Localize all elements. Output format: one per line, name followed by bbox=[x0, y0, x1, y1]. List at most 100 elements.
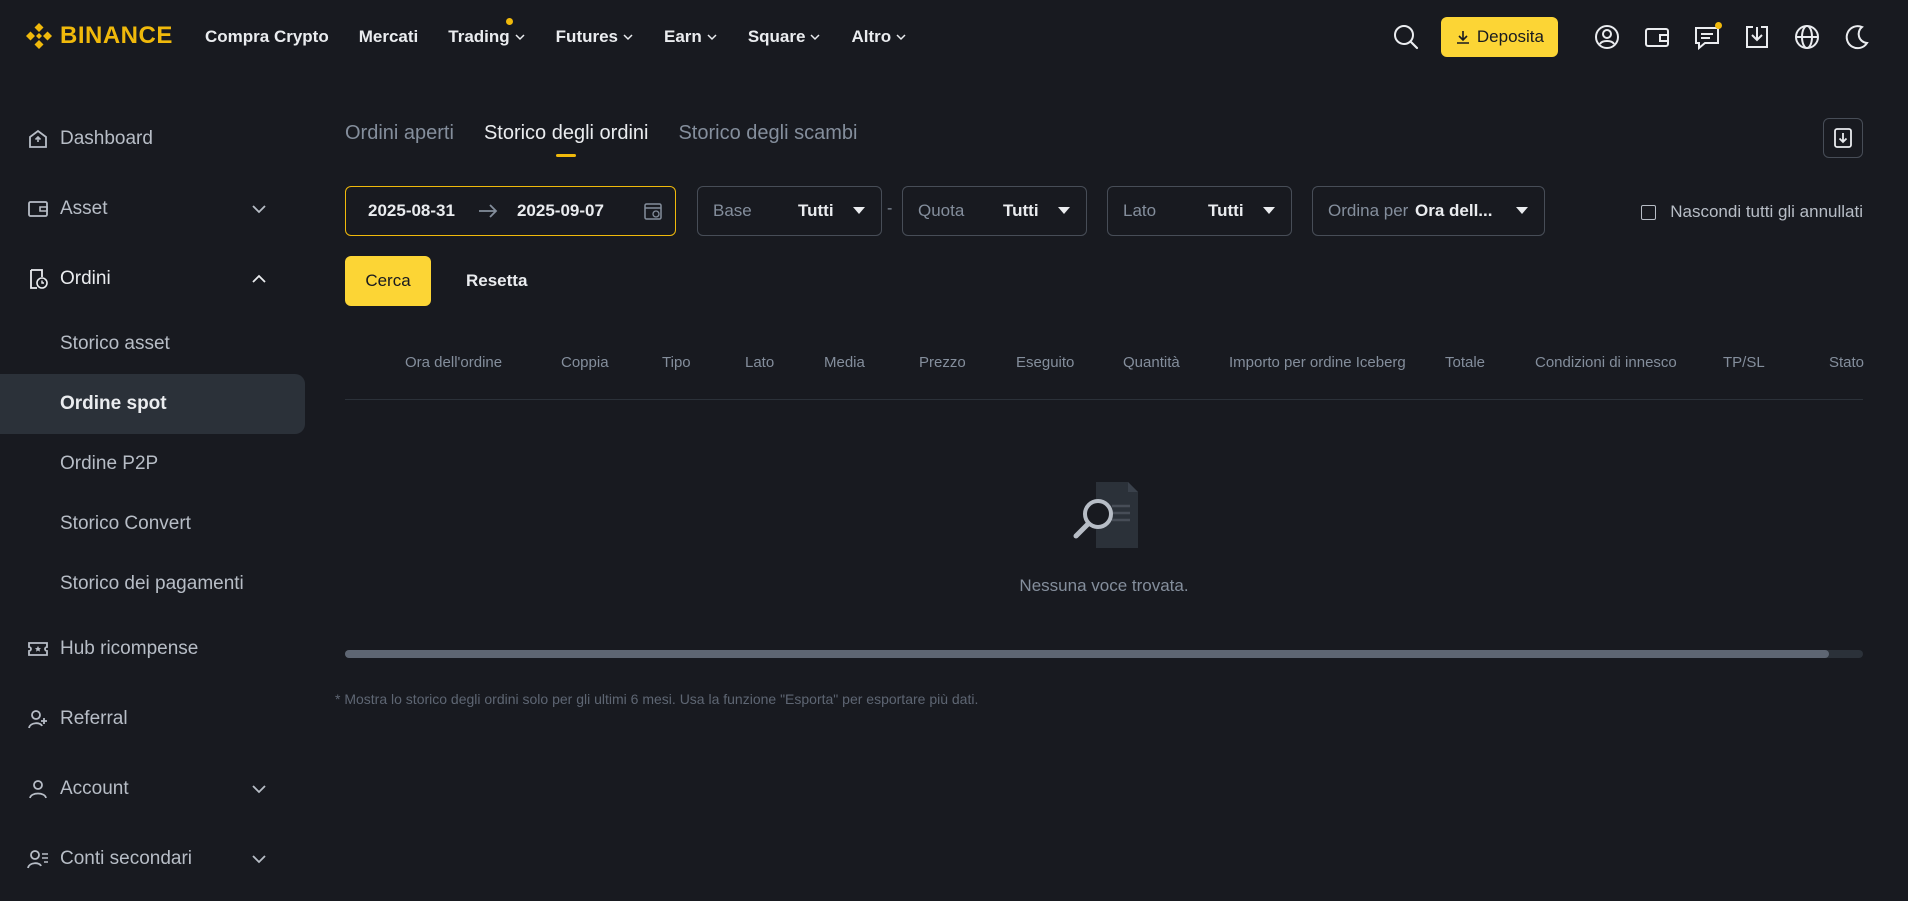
hide-cancelled-label: Nascondi tutti gli annullati bbox=[1670, 202, 1863, 221]
sidebar-subitem-storico-pagamenti[interactable]: Storico dei pagamenti bbox=[0, 554, 305, 614]
quote-placeholder: Quota bbox=[918, 201, 965, 220]
chevron-down-icon bbox=[896, 34, 906, 41]
sidebar-item-label: Hub ricompense bbox=[60, 638, 199, 659]
wallet-icon[interactable] bbox=[1642, 22, 1672, 52]
sidebar-item-label: Dashboard bbox=[60, 128, 153, 149]
export-button[interactable] bbox=[1823, 118, 1863, 158]
ticket-icon bbox=[26, 637, 50, 661]
download-icon bbox=[1456, 31, 1469, 44]
arrow-right-icon bbox=[478, 204, 498, 218]
empty-state-text: Nessuna voce trovata. bbox=[1019, 576, 1189, 595]
sidebar-item-label: Conti secondari bbox=[60, 848, 193, 869]
sort-value: Ora dell... bbox=[1415, 201, 1493, 220]
chevron-down-icon bbox=[252, 855, 266, 864]
sub-accounts-icon bbox=[26, 847, 50, 871]
sidebar-subitem-label: Ordine P2P bbox=[60, 453, 159, 474]
nav-item-altro[interactable]: Altro bbox=[851, 27, 907, 47]
orders-table: Ora dell'ordine Coppia Tipo Lato Media P… bbox=[345, 344, 1865, 653]
nav-actions: Deposita bbox=[1391, 0, 1872, 74]
nav-item-mercati[interactable]: Mercati bbox=[359, 27, 419, 47]
sidebar-item-referral[interactable]: Referral bbox=[0, 684, 305, 754]
hide-cancelled-checkbox[interactable] bbox=[1641, 204, 1657, 220]
date-to[interactable]: 2025-09-07 bbox=[517, 201, 604, 221]
sort-select[interactable]: Ordina per Ora dell... bbox=[1312, 186, 1545, 236]
column-header: Totale bbox=[1445, 354, 1486, 371]
sidebar-subitem-label: Storico Convert bbox=[60, 513, 191, 534]
history-footnote: * Mostra lo storico degli ordini solo pe… bbox=[335, 691, 979, 707]
message-icon[interactable] bbox=[1692, 22, 1722, 52]
home-icon bbox=[26, 127, 50, 151]
order-tabs: Ordini aperti Storico degli ordini Stori… bbox=[345, 104, 1863, 160]
filters-bar: 2025-08-31 2025-09-07 Base Tutti - Quota… bbox=[345, 186, 1863, 236]
chevron-down-icon bbox=[252, 205, 266, 214]
sidebar-subitem-storico-convert[interactable]: Storico Convert bbox=[0, 494, 305, 554]
sidebar-item-asset[interactable]: Asset bbox=[0, 174, 305, 244]
column-header: Stato bbox=[1829, 354, 1865, 371]
date-from[interactable]: 2025-08-31 bbox=[368, 201, 455, 221]
tab-storico-ordini[interactable]: Storico degli ordini bbox=[484, 104, 648, 157]
user-icon[interactable] bbox=[1592, 22, 1622, 52]
nav-item-earn[interactable]: Earn bbox=[664, 27, 718, 47]
add-user-icon bbox=[26, 707, 50, 731]
search-icon[interactable] bbox=[1391, 22, 1421, 52]
caret-down-icon bbox=[853, 207, 865, 214]
side-select[interactable]: Lato Tutti bbox=[1107, 186, 1292, 236]
binance-logo-icon bbox=[26, 23, 52, 49]
globe-icon[interactable] bbox=[1792, 22, 1822, 52]
column-header: Eseguito bbox=[1016, 354, 1075, 371]
scrollbar-thumb[interactable] bbox=[345, 650, 1829, 658]
reset-button[interactable]: Resetta bbox=[466, 256, 527, 306]
sidebar-subitem-ordine-p2p[interactable]: Ordine P2P bbox=[0, 434, 305, 494]
sidebar-item-ordini[interactable]: Ordini bbox=[0, 244, 305, 314]
tab-label: Ordini aperti bbox=[345, 122, 454, 144]
binance-logo[interactable]: BINANCE bbox=[24, 21, 173, 51]
deposit-label: Deposita bbox=[1476, 27, 1544, 46]
base-select[interactable]: Base Tutti bbox=[697, 186, 882, 236]
quote-select[interactable]: Quota Tutti bbox=[902, 186, 1087, 236]
sidebar-item-hub-ricompense[interactable]: Hub ricompense bbox=[0, 614, 305, 684]
person-icon bbox=[26, 777, 50, 801]
base-placeholder: Base bbox=[713, 201, 752, 220]
pair-separator: - bbox=[887, 200, 893, 217]
sidebar-subitem-ordine-spot[interactable]: Ordine spot bbox=[0, 374, 305, 434]
horizontal-scrollbar[interactable] bbox=[345, 650, 1863, 658]
calendar-icon[interactable] bbox=[643, 201, 663, 221]
column-header: Condizioni di innesco bbox=[1535, 354, 1677, 371]
orders-icon bbox=[26, 267, 50, 291]
date-range-picker[interactable]: 2025-08-31 2025-09-07 bbox=[345, 186, 676, 236]
nav-label: Trading bbox=[448, 27, 510, 46]
sidebar-item-label: Referral bbox=[60, 708, 128, 729]
nav-item-trading[interactable]: Trading bbox=[448, 18, 525, 47]
tab-storico-scambi[interactable]: Storico degli scambi bbox=[678, 104, 857, 145]
caret-down-icon bbox=[1058, 207, 1070, 214]
tab-ordini-aperti[interactable]: Ordini aperti bbox=[345, 104, 454, 145]
nav-item-futures[interactable]: Futures bbox=[556, 27, 634, 47]
search-button[interactable]: Cerca bbox=[345, 256, 431, 306]
filter-actions: Cerca Resetta bbox=[345, 256, 527, 306]
main-content: Ordini aperti Storico degli ordini Stori… bbox=[335, 104, 1864, 707]
deposit-button[interactable]: Deposita bbox=[1440, 17, 1558, 57]
nav-item-square[interactable]: Square bbox=[748, 27, 822, 47]
notification-dot bbox=[1715, 22, 1722, 29]
sidebar-item-dashboard[interactable]: Dashboard bbox=[0, 104, 305, 174]
notification-dot bbox=[505, 18, 513, 25]
nav-label: Earn bbox=[664, 27, 702, 46]
hide-cancelled-toggle[interactable]: Nascondi tutti gli annullati bbox=[1641, 202, 1863, 222]
column-header: Media bbox=[824, 354, 865, 371]
nav-label: Altro bbox=[851, 27, 892, 46]
column-header: Prezzo bbox=[919, 354, 966, 371]
sidebar-subitem-storico-asset[interactable]: Storico asset bbox=[0, 314, 305, 374]
nav-label: Compra Crypto bbox=[205, 27, 329, 46]
brand-name: BINANCE bbox=[60, 22, 173, 49]
main-nav: Compra Crypto Mercati Trading Futures Ea… bbox=[205, 0, 937, 74]
nav-item-compra-crypto[interactable]: Compra Crypto bbox=[205, 27, 329, 47]
column-header: Tipo bbox=[662, 354, 691, 371]
chevron-down-icon bbox=[810, 34, 820, 41]
moon-icon[interactable] bbox=[1842, 22, 1872, 52]
wallet-icon bbox=[26, 197, 50, 221]
app-download-icon[interactable] bbox=[1742, 22, 1772, 52]
column-header: Coppia bbox=[561, 354, 609, 371]
sidebar-item-conti-secondari[interactable]: Conti secondari bbox=[0, 824, 305, 894]
sidebar-item-account[interactable]: Account bbox=[0, 754, 305, 824]
nav-label: Square bbox=[747, 27, 806, 46]
